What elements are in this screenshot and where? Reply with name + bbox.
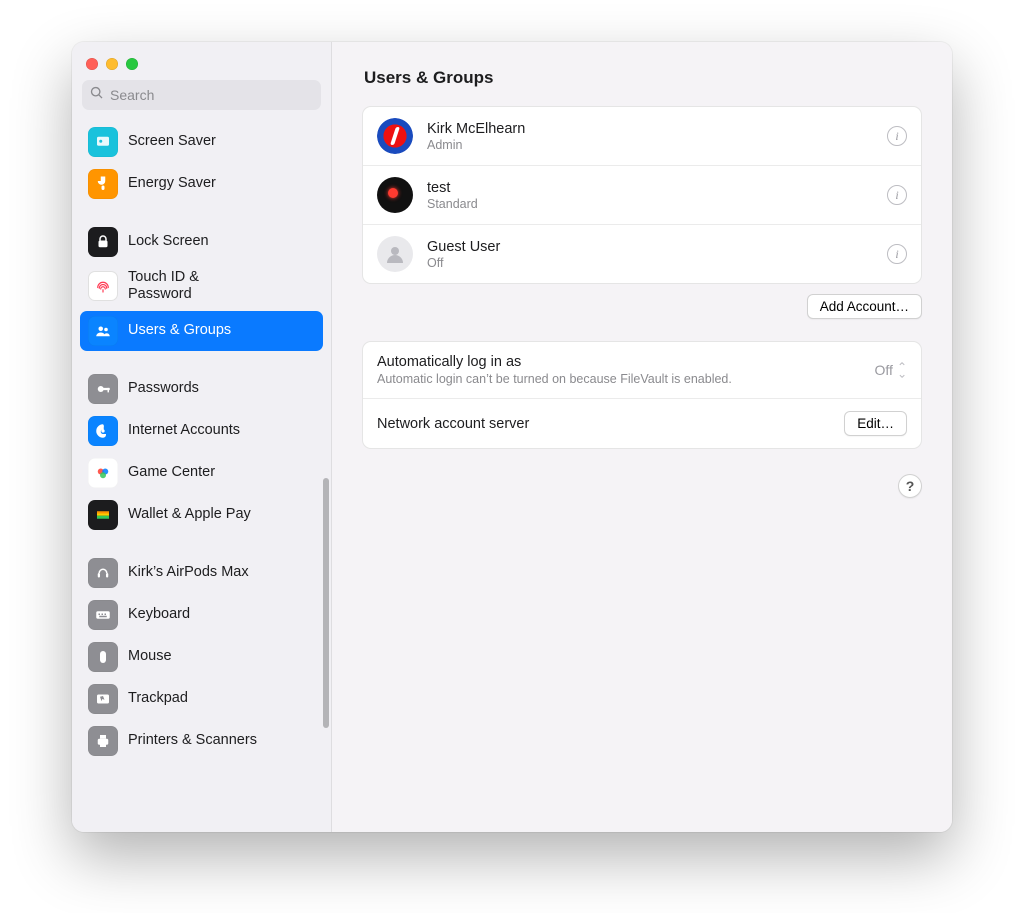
- screen-saver-icon: [88, 127, 118, 157]
- main-content: Users & Groups Kirk McElhearn Admin i te…: [332, 42, 952, 832]
- sidebar-item-label: Keyboard: [128, 606, 190, 623]
- printers-icon: [88, 726, 118, 756]
- page-title: Users & Groups: [364, 68, 922, 88]
- sidebar-item-label: Wallet & Apple Pay: [128, 506, 251, 523]
- edit-network-server-button[interactable]: Edit…: [844, 411, 907, 436]
- user-role: Admin: [427, 138, 873, 152]
- sidebar-item-game-center[interactable]: Game Center: [80, 453, 323, 493]
- mouse-icon: [88, 642, 118, 672]
- sidebar-item-airpods[interactable]: Kirk’s AirPods Max: [80, 553, 323, 593]
- sidebar-item-label: Screen Saver: [128, 133, 216, 150]
- sidebar-scroll: Screen Saver Energy Saver Lock Screen: [72, 118, 331, 832]
- user-name: Kirk McElhearn: [427, 121, 873, 137]
- settings-window: Screen Saver Energy Saver Lock Screen: [72, 42, 952, 832]
- sidebar-item-label: Game Center: [128, 464, 215, 481]
- network-server-title: Network account server: [377, 416, 529, 432]
- passwords-icon: [88, 374, 118, 404]
- avatar: [377, 177, 413, 213]
- user-row[interactable]: test Standard i: [363, 165, 921, 224]
- sidebar-item-keyboard[interactable]: Keyboard: [80, 595, 323, 635]
- trackpad-icon: [88, 684, 118, 714]
- sidebar-item-printers[interactable]: Printers & Scanners: [80, 721, 323, 761]
- avatar: [377, 236, 413, 272]
- minimize-window-button[interactable]: [106, 58, 118, 70]
- window-controls: [72, 42, 331, 80]
- sidebar-item-label: Kirk’s AirPods Max: [128, 564, 249, 581]
- user-name: test: [427, 180, 873, 196]
- energy-saver-icon: [88, 169, 118, 199]
- keyboard-icon: [88, 600, 118, 630]
- zoom-window-button[interactable]: [126, 58, 138, 70]
- sidebar-item-lock-screen[interactable]: Lock Screen: [80, 222, 323, 262]
- sidebar-scrollbar-thumb[interactable]: [323, 478, 329, 728]
- sidebar-item-screen-saver[interactable]: Screen Saver: [80, 122, 323, 162]
- wallet-icon: [88, 500, 118, 530]
- user-row[interactable]: Kirk McElhearn Admin i: [363, 107, 921, 165]
- sidebar-item-internet-accounts[interactable]: Internet Accounts: [80, 411, 323, 451]
- search-field[interactable]: [82, 80, 321, 110]
- sidebar: Screen Saver Energy Saver Lock Screen: [72, 42, 332, 832]
- users-panel: Kirk McElhearn Admin i test Standard i G…: [362, 106, 922, 284]
- internet-accounts-icon: [88, 416, 118, 446]
- help-button[interactable]: ?: [898, 474, 922, 498]
- game-center-icon: [88, 458, 118, 488]
- user-info-button[interactable]: i: [887, 244, 907, 264]
- user-role: Off: [427, 256, 873, 270]
- avatar: [377, 118, 413, 154]
- sidebar-item-trackpad[interactable]: Trackpad: [80, 679, 323, 719]
- login-settings-panel: Automatically log in as Automatic login …: [362, 341, 922, 449]
- sidebar-item-label: Passwords: [128, 380, 199, 397]
- lock-screen-icon: [88, 227, 118, 257]
- sidebar-item-label: Internet Accounts: [128, 422, 240, 439]
- airpods-icon: [88, 558, 118, 588]
- sidebar-item-wallet[interactable]: Wallet & Apple Pay: [80, 495, 323, 535]
- touch-id-icon: [88, 271, 118, 301]
- auto-login-note: Automatic login can’t be turned on becau…: [377, 372, 732, 386]
- auto-login-value: Off: [875, 362, 893, 378]
- auto-login-row: Automatically log in as Automatic login …: [363, 342, 921, 398]
- sidebar-item-passwords[interactable]: Passwords: [80, 369, 323, 409]
- sidebar-item-mouse[interactable]: Mouse: [80, 637, 323, 677]
- sidebar-item-label: Touch ID & Password: [128, 269, 199, 304]
- users-groups-icon: [88, 316, 118, 346]
- sidebar-item-users-groups[interactable]: Users & Groups: [80, 311, 323, 351]
- sidebar-item-touch-id[interactable]: Touch ID & Password: [80, 264, 323, 309]
- sidebar-item-energy-saver[interactable]: Energy Saver: [80, 164, 323, 204]
- sidebar-item-label: Printers & Scanners: [128, 732, 257, 749]
- user-info-button[interactable]: i: [887, 185, 907, 205]
- user-row[interactable]: Guest User Off i: [363, 224, 921, 283]
- user-name: Guest User: [427, 239, 873, 255]
- network-server-row: Network account server Edit…: [363, 398, 921, 448]
- close-window-button[interactable]: [86, 58, 98, 70]
- sidebar-item-label: Lock Screen: [128, 233, 209, 250]
- auto-login-select[interactable]: Off ⌃⌃: [875, 362, 907, 378]
- updown-chevron-icon: ⌃⌃: [897, 364, 907, 376]
- user-role: Standard: [427, 197, 873, 211]
- add-account-button[interactable]: Add Account…: [807, 294, 922, 319]
- auto-login-title: Automatically log in as: [377, 354, 732, 370]
- search-input[interactable]: [110, 87, 313, 103]
- sidebar-item-label: Energy Saver: [128, 175, 216, 192]
- sidebar-item-label: Trackpad: [128, 690, 188, 707]
- user-info-button[interactable]: i: [887, 126, 907, 146]
- sidebar-item-label: Users & Groups: [128, 322, 231, 339]
- sidebar-item-label: Mouse: [128, 648, 172, 665]
- search-icon: [90, 86, 104, 105]
